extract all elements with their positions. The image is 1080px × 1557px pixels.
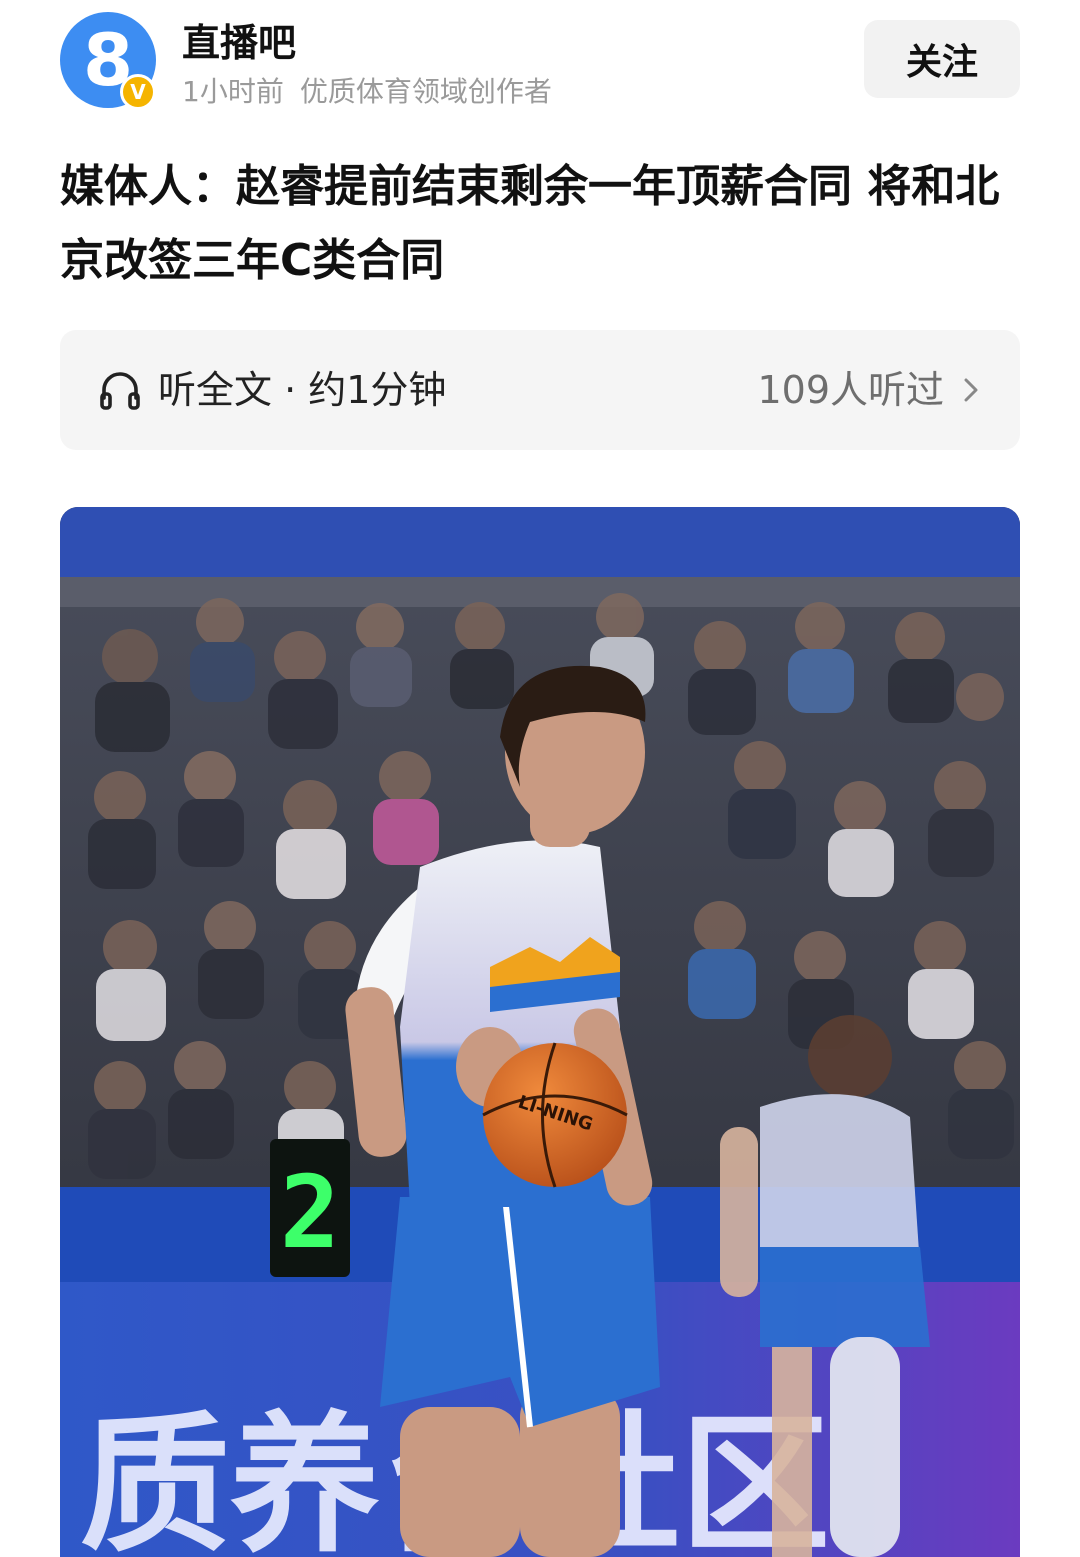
article-page: 8 V 直播吧 1小时前 优质体育领域创作者 关注 媒体人：赵睿提前结束剩余一年顶… (0, 0, 1080, 1557)
author-role: 优质体育领域创作者 (299, 75, 552, 108)
listen-full-text-bar[interactable]: 听全文 · 约1分钟 109人听过 (60, 330, 1020, 450)
headphones-icon (100, 372, 140, 410)
follow-button[interactable]: 关注 (864, 20, 1020, 98)
article-title: 媒体人：赵睿提前结束剩余一年顶薪合同 将和北京改签三年C类合同 (60, 161, 1000, 286)
shot-clock-value: 2 (280, 1154, 340, 1271)
listen-label: 听全文 · 约1分钟 (158, 368, 447, 412)
author-avatar[interactable]: 8 V (60, 12, 156, 110)
listen-count: 109人听过 (757, 368, 944, 412)
author-header: 8 V 直播吧 1小时前 优质体育领域创作者 关注 (60, 12, 1020, 112)
basketball: LI-NING (482, 1042, 628, 1188)
chevron-right-icon (964, 378, 978, 402)
article-photo[interactable]: 质养台社区 2 (60, 507, 1020, 1557)
author-name[interactable]: 直播吧 (182, 18, 296, 68)
post-time: 1小时前 (182, 75, 284, 108)
basketball-player-image: 质养台社区 2 (60, 507, 1020, 1557)
verified-badge-icon: V (120, 74, 156, 110)
author-meta: 1小时前 优质体育领域创作者 (182, 72, 552, 112)
upper-banner (60, 507, 1020, 577)
